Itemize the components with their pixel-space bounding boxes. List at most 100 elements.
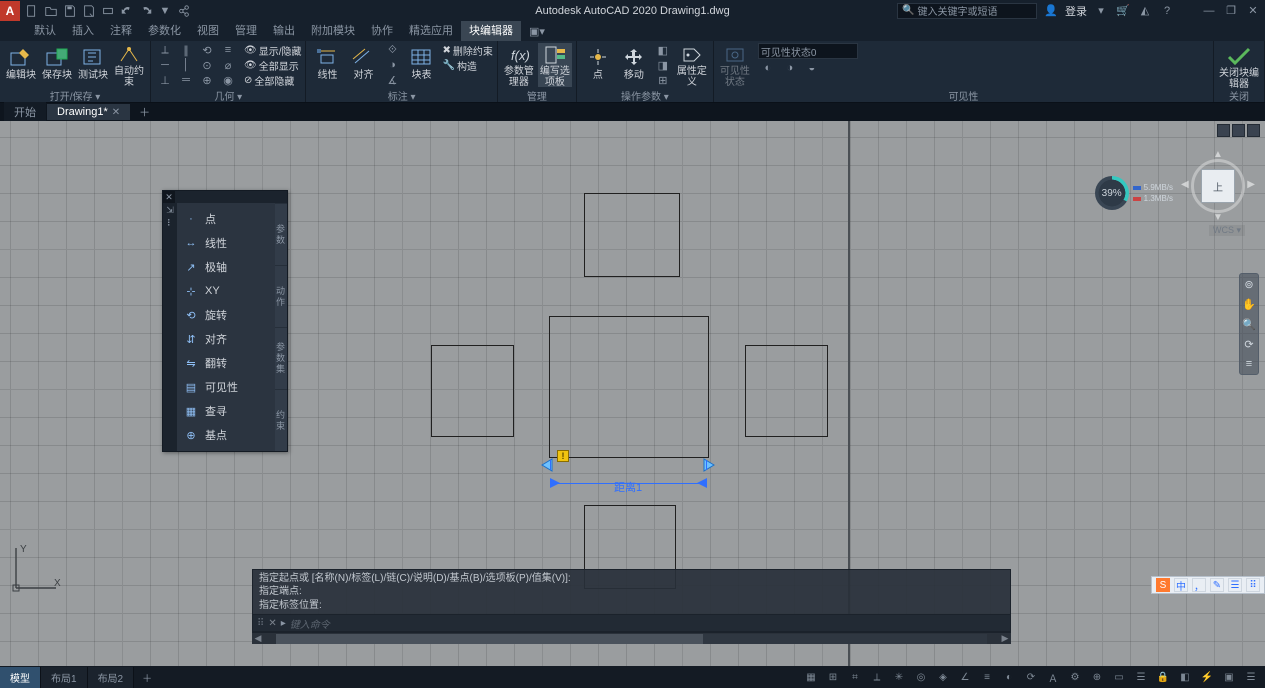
- sb-transparency-icon[interactable]: ◐: [1001, 669, 1017, 685]
- tab-parametric[interactable]: 参数化: [140, 19, 189, 41]
- test-block-button[interactable]: 测试块: [76, 43, 110, 87]
- authoring-palette-button[interactable]: 编写选项板: [538, 43, 572, 87]
- viewcube-top-face[interactable]: 上: [1201, 169, 1235, 203]
- ime-punct-button[interactable]: ，: [1192, 578, 1206, 592]
- construction-button[interactable]: 🔧构造: [442, 58, 492, 72]
- ime-lang-button[interactable]: 中: [1174, 578, 1188, 592]
- viewcube-s-icon[interactable]: ▼: [1213, 212, 1223, 223]
- user-icon[interactable]: 👤: [1043, 3, 1059, 19]
- sb-lock-icon[interactable]: 🔒: [1155, 669, 1171, 685]
- aligned-dim-button[interactable]: 对齐: [346, 43, 380, 87]
- hscroll-thumb[interactable]: [276, 634, 703, 644]
- show-hide-button[interactable]: 👁显示/隐藏: [244, 43, 301, 57]
- tab-default[interactable]: 默认: [26, 19, 64, 41]
- rect-left[interactable]: [431, 345, 514, 437]
- ime-menu-button[interactable]: ☰: [1228, 578, 1242, 592]
- palette-item-linear[interactable]: ↔线性: [177, 231, 275, 255]
- login-label[interactable]: 登录: [1065, 3, 1087, 19]
- qat-redo-icon[interactable]: [138, 3, 154, 19]
- sb-3dosnap-icon[interactable]: ◈: [935, 669, 951, 685]
- gc-11[interactable]: ⊕: [197, 73, 217, 87]
- tab-insert[interactable]: 插入: [64, 19, 102, 41]
- layout-tab-layout2[interactable]: 布局2: [88, 667, 135, 688]
- rect-right[interactable]: [745, 345, 828, 437]
- minimize-button[interactable]: —: [1201, 3, 1217, 19]
- vp-min-icon[interactable]: [1217, 124, 1230, 137]
- sb-otrack-icon[interactable]: ∠: [957, 669, 973, 685]
- dc-2[interactable]: ◑: [382, 58, 402, 72]
- warning-badge-icon[interactable]: !: [557, 450, 569, 462]
- nav-pan-icon[interactable]: ✋: [1242, 297, 1256, 311]
- app-logo[interactable]: A: [0, 1, 20, 21]
- tab-output[interactable]: 输出: [265, 19, 303, 41]
- rect-center[interactable]: [549, 316, 709, 458]
- sb-quickprops-icon[interactable]: ☰: [1133, 669, 1149, 685]
- block-table-button[interactable]: 块表: [404, 43, 438, 87]
- palette-item-visibility[interactable]: ▤可见性: [177, 375, 275, 399]
- wcs-label[interactable]: WCS ▾: [1209, 225, 1245, 236]
- ap-3[interactable]: ⊞: [653, 73, 673, 87]
- ime-write-button[interactable]: ✎: [1210, 578, 1224, 592]
- delete-constraint-button[interactable]: ✖删除约束: [442, 43, 492, 57]
- gc-7[interactable]: ⊙: [197, 58, 217, 72]
- gc-4[interactable]: ≡: [218, 43, 238, 57]
- hscroll-right-icon[interactable]: ▶: [999, 633, 1011, 645]
- ime-logo-icon[interactable]: S: [1156, 578, 1170, 592]
- sb-polar-icon[interactable]: ✳: [891, 669, 907, 685]
- tab-close-icon[interactable]: ✕: [112, 107, 120, 118]
- palette-side-handle[interactable]: ⇲ ⠇: [163, 203, 177, 451]
- visibility-combo[interactable]: [758, 43, 858, 59]
- sb-cleanscreen-icon[interactable]: ▣: [1221, 669, 1237, 685]
- show-all-button[interactable]: 👁全部显示: [244, 58, 301, 72]
- vis-sm-3[interactable]: ◒: [802, 61, 822, 75]
- gc-12[interactable]: ◉: [218, 73, 238, 87]
- tab-featured[interactable]: 精选应用: [401, 19, 461, 41]
- palette-tab-paramsets[interactable]: 参数集: [275, 327, 287, 389]
- sb-annoscale-icon[interactable]: Ａ: [1045, 669, 1061, 685]
- linear-dim-button[interactable]: 线性: [310, 43, 344, 87]
- palette-tab-params[interactable]: 参数: [275, 203, 287, 265]
- dc-1[interactable]: ⟐: [382, 43, 402, 57]
- palette-pin-icon[interactable]: ⇲: [166, 205, 174, 216]
- gc-2[interactable]: ∥: [176, 43, 196, 57]
- palette-item-point[interactable]: ·点: [177, 207, 275, 231]
- dc-3[interactable]: ∡: [382, 73, 402, 87]
- start-tab[interactable]: 开始: [4, 102, 46, 122]
- new-tab-button[interactable]: ＋: [131, 102, 158, 122]
- gc-3[interactable]: ⟲: [197, 43, 217, 57]
- edit-block-button[interactable]: 编辑块: [4, 43, 38, 87]
- drawing-canvas[interactable]: ! 距离1 ✕ ⇲ ⠇ ·点 ↔线性 ↗极轴 ⊹XY: [0, 121, 1265, 666]
- nav-orbit-icon[interactable]: ⟳: [1242, 337, 1256, 351]
- nav-wheel-icon[interactable]: ⊚: [1242, 277, 1256, 291]
- sb-grid-icon[interactable]: ⊞: [825, 669, 841, 685]
- gc-6[interactable]: │: [176, 58, 196, 72]
- rect-top[interactable]: [584, 193, 680, 277]
- palette-item-lookup[interactable]: ▦查寻: [177, 399, 275, 423]
- tab-overflow-icon[interactable]: ▣▾: [521, 22, 553, 41]
- gc-10[interactable]: ═: [176, 73, 196, 87]
- palette-close-icon[interactable]: ✕: [163, 191, 175, 203]
- tab-annotate[interactable]: 注释: [102, 19, 140, 41]
- sb-annomonitor-icon[interactable]: ⊕: [1089, 669, 1105, 685]
- vp-close-icon[interactable]: [1247, 124, 1260, 137]
- sb-lweight-icon[interactable]: ≡: [979, 669, 995, 685]
- drawing-tab[interactable]: Drawing1* ✕: [47, 104, 130, 120]
- palette-titlebar[interactable]: ✕: [163, 191, 287, 203]
- sb-osnap-icon[interactable]: ◎: [913, 669, 929, 685]
- block-authoring-palette[interactable]: ✕ ⇲ ⠇ ·点 ↔线性 ↗极轴 ⊹XY ⟲旋转 ⇵对齐 ⇋翻转 ▤可见性 ▦查…: [162, 190, 288, 452]
- qat-new-icon[interactable]: [24, 3, 40, 19]
- ap-2[interactable]: ◨: [653, 58, 673, 72]
- ime-toolbar[interactable]: S 中 ， ✎ ☰ ⠿: [1151, 576, 1265, 594]
- palette-item-xy[interactable]: ⊹XY: [177, 279, 275, 303]
- palette-item-rotation[interactable]: ⟲旋转: [177, 303, 275, 327]
- gc-8[interactable]: ⌀: [218, 58, 238, 72]
- command-history[interactable]: 指定起点或 [名称(N)/标签(L)/链(C)/说明(D)/基点(B)/选项板(…: [252, 569, 1011, 615]
- sb-workspace-icon[interactable]: ⚙: [1067, 669, 1083, 685]
- save-block-button[interactable]: 保存块: [40, 43, 74, 87]
- qat-undo-icon[interactable]: [119, 3, 135, 19]
- close-button[interactable]: ✕: [1245, 3, 1261, 19]
- qat-dropdown-icon[interactable]: ▼: [157, 3, 173, 19]
- viewcube-n-icon[interactable]: ▲: [1213, 149, 1223, 160]
- vis-sm-2[interactable]: ◑: [780, 61, 800, 75]
- palette-item-alignment[interactable]: ⇵对齐: [177, 327, 275, 351]
